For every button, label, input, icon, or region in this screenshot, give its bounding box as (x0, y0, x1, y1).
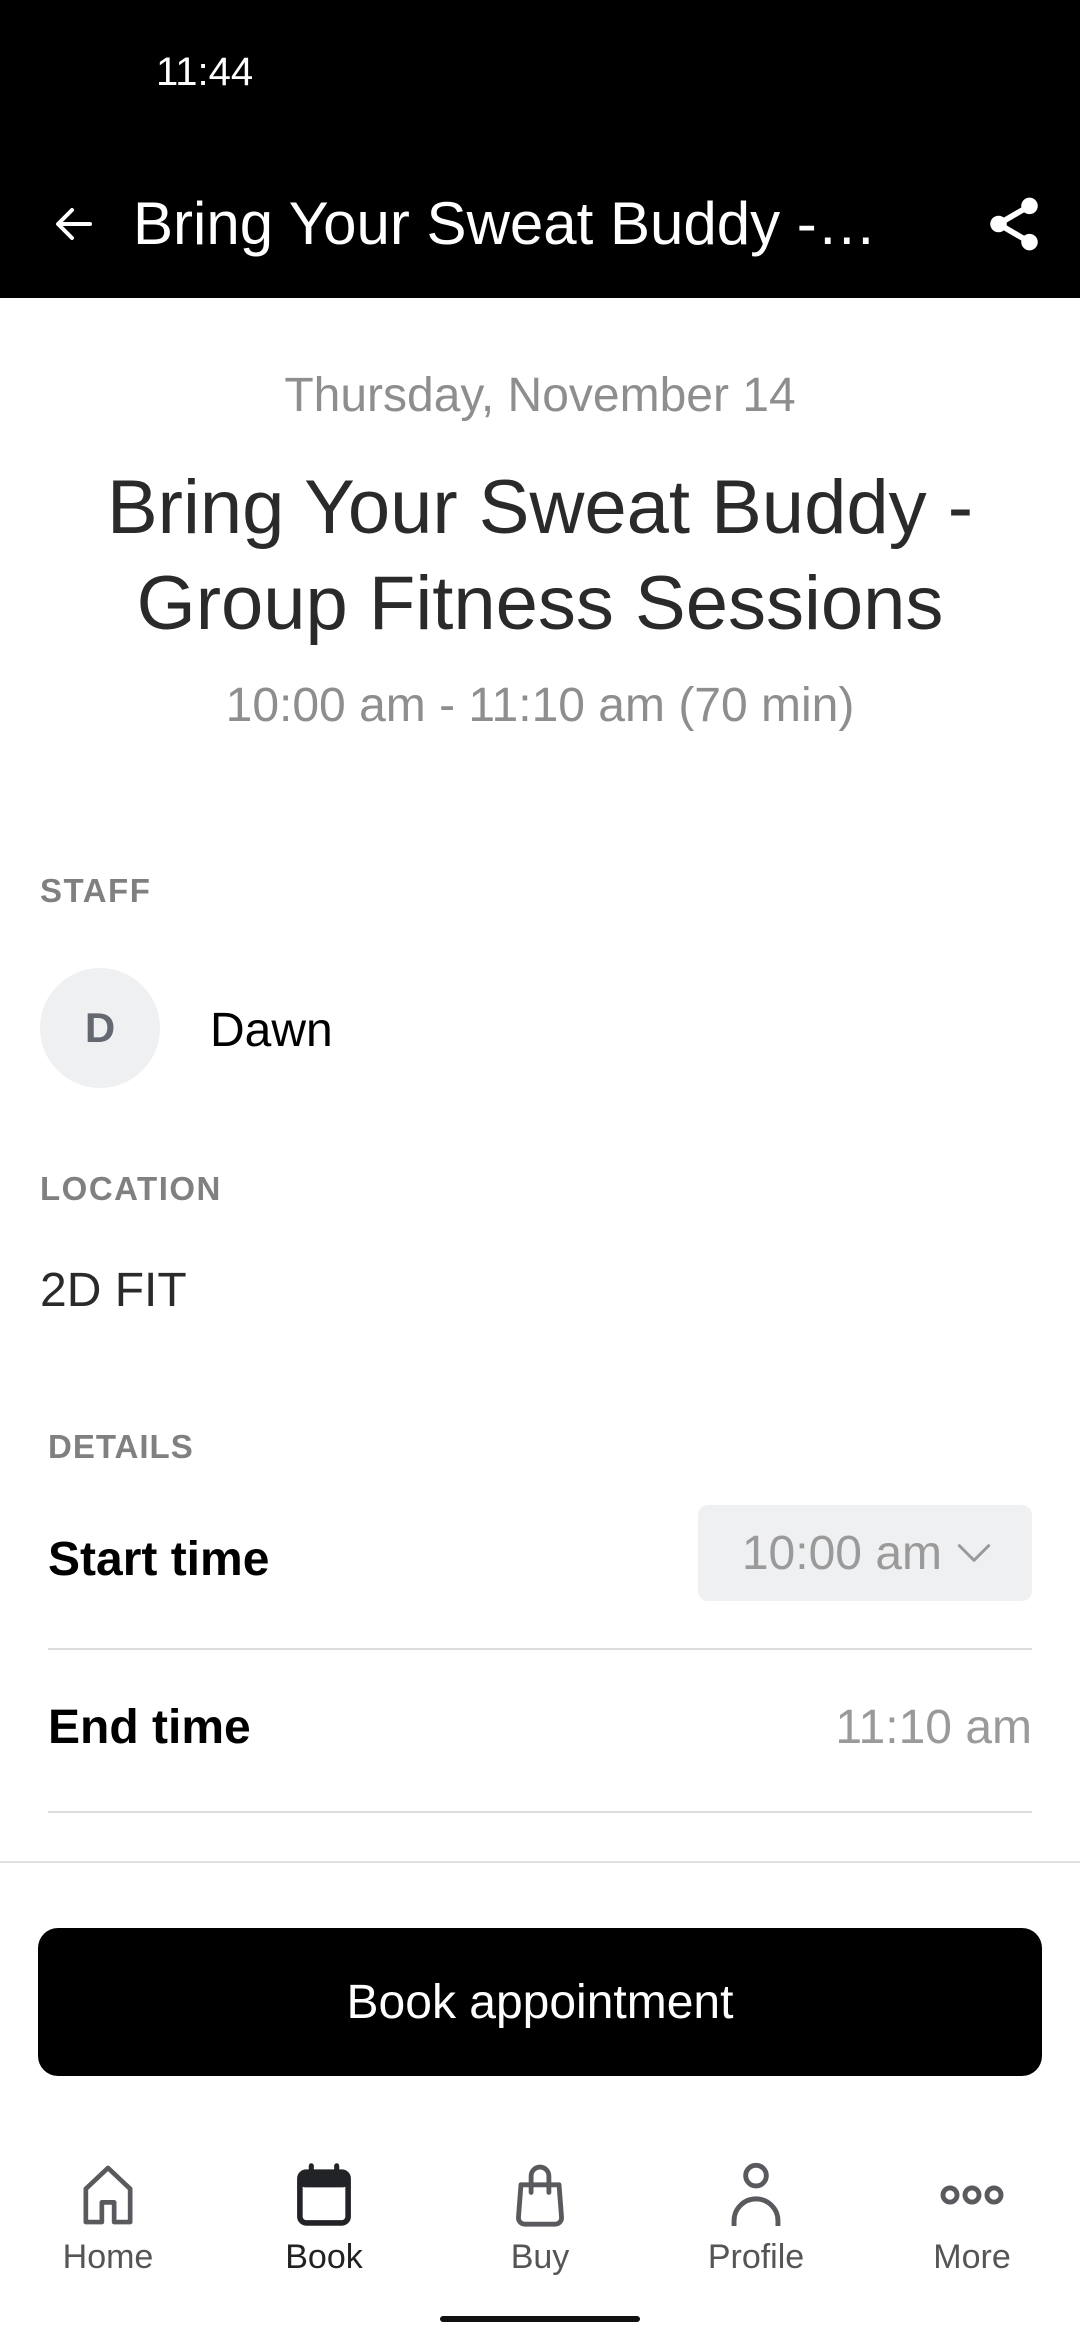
share-button[interactable] (976, 186, 1052, 262)
nav-label-more: More (933, 2238, 1011, 2276)
chevron-down-icon (957, 1544, 991, 1562)
location-section-label: LOCATION (40, 1170, 222, 1207)
status-time: 11:44 (156, 50, 254, 94)
app-toolbar: Bring Your Sweat Buddy -… (0, 150, 1080, 298)
nav-item-profile[interactable]: Profile (648, 2150, 864, 2290)
nav-label-book: Book (285, 2238, 363, 2276)
arrow-left-icon (56, 208, 92, 240)
start-time-label: Start time (48, 1533, 270, 1586)
avatar-initial: D (84, 1004, 116, 1051)
divider (48, 1648, 1032, 1650)
start-time-value: 10:00 am (741, 1526, 942, 1580)
nav-label-home: Home (62, 2238, 154, 2276)
back-button[interactable] (40, 190, 108, 258)
start-time-row: Start time 10:00 am (48, 1505, 1032, 1649)
nav-label-profile: Profile (707, 2238, 805, 2276)
staff-name[interactable]: Dawn (210, 1003, 333, 1058)
nav-label-buy: Buy (510, 2238, 570, 2276)
nav-item-more[interactable]: More (864, 2150, 1080, 2290)
footer-divider (0, 1861, 1080, 1863)
shopping-bag-icon (516, 2164, 564, 2227)
class-title: Bring Your Sweat Buddy - Group Fitness S… (106, 465, 974, 646)
divider (48, 1811, 1032, 1813)
book-appointment-button[interactable]: Book appointment (38, 1928, 1042, 2076)
nav-item-book[interactable]: Book (216, 2150, 432, 2290)
nav-item-home[interactable]: Home (0, 2150, 216, 2290)
start-time-select[interactable]: 10:00 am (698, 1505, 1032, 1601)
location-value: 2D FIT (40, 1264, 187, 1317)
toolbar-title: Bring Your Sweat Buddy -… (133, 190, 877, 257)
end-time-label: End time (48, 1701, 251, 1754)
more-horizontal-icon (940, 2185, 1004, 2205)
staff-avatar[interactable]: D (40, 968, 160, 1088)
calendar-icon (297, 2163, 351, 2226)
details-section-label: DETAILS (48, 1428, 194, 1465)
status-bar: 11:44 (0, 0, 1080, 150)
share-icon (990, 197, 1038, 251)
staff-section-label: STAFF (40, 872, 152, 909)
bottom-nav: Home Book Buy Profile More (0, 2150, 1080, 2290)
nav-item-buy[interactable]: Buy (432, 2150, 648, 2290)
end-time-value: 11:10 am (835, 1701, 1032, 1754)
class-date: Thursday, November 14 (284, 369, 796, 422)
class-time-range: 10:00 am - 11:10 am (70 min) (225, 679, 855, 732)
end-time-row: End time 11:10 am (48, 1700, 1032, 1770)
person-icon (731, 2162, 781, 2226)
home-icon (83, 2165, 133, 2225)
home-indicator[interactable] (440, 2316, 640, 2322)
